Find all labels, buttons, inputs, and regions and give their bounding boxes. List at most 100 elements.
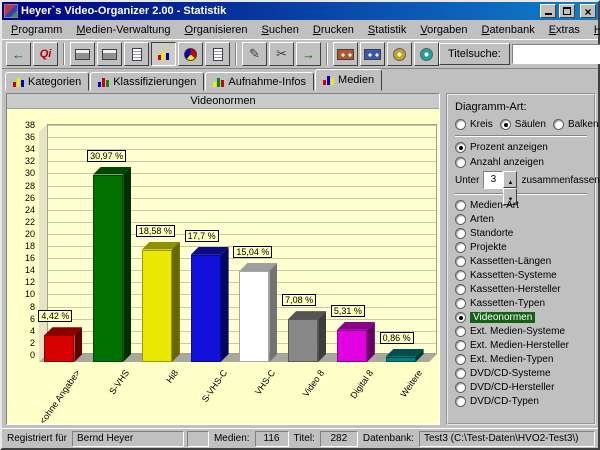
radio-icon bbox=[455, 214, 466, 225]
title-search-input[interactable] bbox=[512, 44, 600, 64]
edit-page-button[interactable] bbox=[124, 42, 149, 66]
statistic-category-ext-medien-systeme[interactable]: Ext. Medien-Systeme bbox=[455, 324, 587, 338]
y-tick-label: 8 bbox=[7, 302, 35, 312]
radio-icon bbox=[455, 396, 466, 407]
logo-icon: Qi bbox=[40, 48, 52, 60]
statistic-category-medien-art[interactable]: Medien-Art bbox=[455, 198, 587, 212]
radio-icon bbox=[455, 326, 466, 337]
menu-item-extras[interactable]: Extras bbox=[542, 22, 587, 38]
statistic-category-ext-medien-typen[interactable]: Ext. Medien-Typen bbox=[455, 352, 587, 366]
statistic-category-kassetten-hersteller[interactable]: Kassetten-Hersteller bbox=[455, 282, 587, 296]
statistics-button[interactable] bbox=[151, 42, 176, 66]
radio-label: Kassetten-Hersteller bbox=[470, 284, 561, 295]
radio-label: Projekte bbox=[470, 242, 507, 253]
menu-item-datenbank[interactable]: Datenbank bbox=[474, 22, 541, 38]
statistic-category-projekte[interactable]: Projekte bbox=[455, 240, 587, 254]
statistic-category-ext-medien-hersteller[interactable]: Ext. Medien-Hersteller bbox=[455, 338, 587, 352]
menu-item-drucken[interactable]: Drucken bbox=[306, 22, 361, 38]
mini-bar-icon bbox=[98, 82, 101, 87]
tab-label: Klassifizierungen bbox=[113, 76, 196, 88]
edit-pencil-button[interactable] bbox=[242, 42, 267, 66]
statistic-category-videonormen[interactable]: Videonormen bbox=[455, 310, 587, 324]
radio-icon bbox=[455, 340, 466, 351]
bar-s-vhs bbox=[93, 167, 131, 362]
menu-item-suchen[interactable]: Suchen bbox=[255, 22, 306, 38]
display-mode-anzahl-anzeigen[interactable]: Anzahl anzeigen bbox=[455, 155, 587, 170]
menu-item-hilfe[interactable]: Hilfe bbox=[587, 22, 600, 38]
maximize-button[interactable] bbox=[559, 4, 575, 18]
audio-cassette-button[interactable] bbox=[360, 42, 385, 66]
printer-icon bbox=[102, 49, 117, 60]
tab-medien[interactable]: Medien bbox=[315, 69, 382, 91]
print-list-button[interactable] bbox=[97, 42, 122, 66]
video-cassette-button[interactable] bbox=[333, 42, 358, 66]
statistic-category-group: Medien-ArtArtenStandorteProjekteKassette… bbox=[455, 198, 587, 408]
value-label: 5,31 % bbox=[331, 305, 365, 317]
threshold-row: Unter 3 zusammenfassen bbox=[455, 170, 587, 190]
statistic-category-dvd-cd-systeme[interactable]: DVD/CD-Systeme bbox=[455, 366, 587, 380]
chart-icon bbox=[98, 77, 109, 87]
dvd-button[interactable] bbox=[414, 42, 439, 66]
refresh-button[interactable] bbox=[296, 42, 321, 66]
threshold-prefix: Unter bbox=[455, 175, 479, 186]
cassette-icon bbox=[364, 49, 381, 60]
diagram-type-balken[interactable]: Balken bbox=[553, 117, 599, 131]
radio-label: DVD/CD-Hersteller bbox=[470, 382, 554, 393]
statistic-category-standorte[interactable]: Standorte bbox=[455, 226, 587, 240]
value-label: 30,97 % bbox=[87, 150, 126, 162]
chart-icon bbox=[213, 77, 224, 87]
tab-kategorien[interactable]: Kategorien bbox=[5, 72, 89, 91]
diagram-type-kreis[interactable]: Kreis bbox=[455, 117, 493, 131]
radio-icon bbox=[455, 142, 466, 153]
status-bar: Registriert für Bernd Heyer Medien: 116 … bbox=[2, 428, 598, 448]
tab-label: Kategorien bbox=[28, 76, 81, 88]
bar-chart-icon bbox=[158, 48, 169, 60]
scissors-icon bbox=[276, 46, 287, 62]
tab-label: Medien bbox=[338, 74, 374, 86]
y-tick-label: 38 bbox=[7, 120, 35, 130]
statistic-category-dvd-cd-typen[interactable]: DVD/CD-Typen bbox=[455, 394, 587, 408]
chart-icon bbox=[13, 77, 24, 87]
display-mode-prozent-anzeigen[interactable]: Prozent anzeigen bbox=[455, 140, 587, 155]
menu-item-medien-verwaltung[interactable]: Medien-Verwaltung bbox=[69, 22, 177, 38]
chart-title: Videonormen bbox=[7, 94, 439, 109]
tab-bar: Kategorien Klassifizierungen Aufnahme-Info… bbox=[2, 69, 598, 91]
options-panel: Diagramm-Art: KreisSäulenBalken Prozent … bbox=[446, 93, 596, 425]
threshold-spinner: 3 bbox=[483, 171, 517, 189]
cd-button[interactable] bbox=[387, 42, 412, 66]
menu-item-statistik[interactable]: Statistik bbox=[361, 22, 414, 38]
exit-button[interactable] bbox=[6, 42, 31, 66]
statistic-category-arten[interactable]: Arten bbox=[455, 212, 587, 226]
value-label: 18,58 % bbox=[136, 225, 175, 237]
spin-up-button[interactable] bbox=[503, 171, 517, 188]
close-icon bbox=[584, 4, 591, 19]
statistic-category-dvd-cd-hersteller[interactable]: DVD/CD-Hersteller bbox=[455, 380, 587, 394]
minimize-button[interactable] bbox=[540, 4, 556, 18]
report-button[interactable] bbox=[205, 42, 230, 66]
close-button[interactable] bbox=[580, 4, 596, 18]
radio-icon bbox=[455, 354, 466, 365]
bar-front-face bbox=[288, 319, 318, 362]
menu-item-organisieren[interactable]: Organisieren bbox=[178, 22, 255, 38]
radio-icon bbox=[553, 119, 564, 130]
statistic-category-kassetten-systeme[interactable]: Kassetten-Systeme bbox=[455, 268, 587, 282]
threshold-suffix: zusammenfassen bbox=[521, 175, 599, 186]
radio-icon bbox=[455, 242, 466, 253]
menu-item-programm[interactable]: Programm bbox=[4, 22, 69, 38]
diagram-type-s-ulen[interactable]: Säulen bbox=[500, 117, 546, 131]
mini-bar-icon bbox=[331, 78, 334, 85]
statistic-category-kassetten-typen[interactable]: Kassetten-Typen bbox=[455, 296, 587, 310]
window-title: Heyer`s Video-Organizer 2.00 - Statistik bbox=[21, 5, 537, 17]
tab-klassifizierungen[interactable]: Klassifizierungen bbox=[90, 72, 204, 91]
tab-aufnahme-infos[interactable]: Aufnahme-Infos bbox=[205, 72, 314, 91]
print-button[interactable] bbox=[70, 42, 95, 66]
statistic-category-kassetten-l-ngen[interactable]: Kassetten-Längen bbox=[455, 254, 587, 268]
cut-button[interactable] bbox=[269, 42, 294, 66]
radio-label: Kassetten-Typen bbox=[470, 298, 545, 309]
title-search-button[interactable]: Titelsuche: bbox=[439, 43, 510, 65]
menu-item-vorgaben[interactable]: Vorgaben bbox=[413, 22, 474, 38]
x-axis-labels: <ohne Angabe>S-VHSHi8S-VHS-CVHS-CVideo 8… bbox=[39, 366, 437, 424]
program-info-button[interactable]: Qi bbox=[33, 42, 58, 66]
pie-chart-button[interactable] bbox=[178, 42, 203, 66]
threshold-value[interactable]: 3 bbox=[483, 171, 503, 189]
